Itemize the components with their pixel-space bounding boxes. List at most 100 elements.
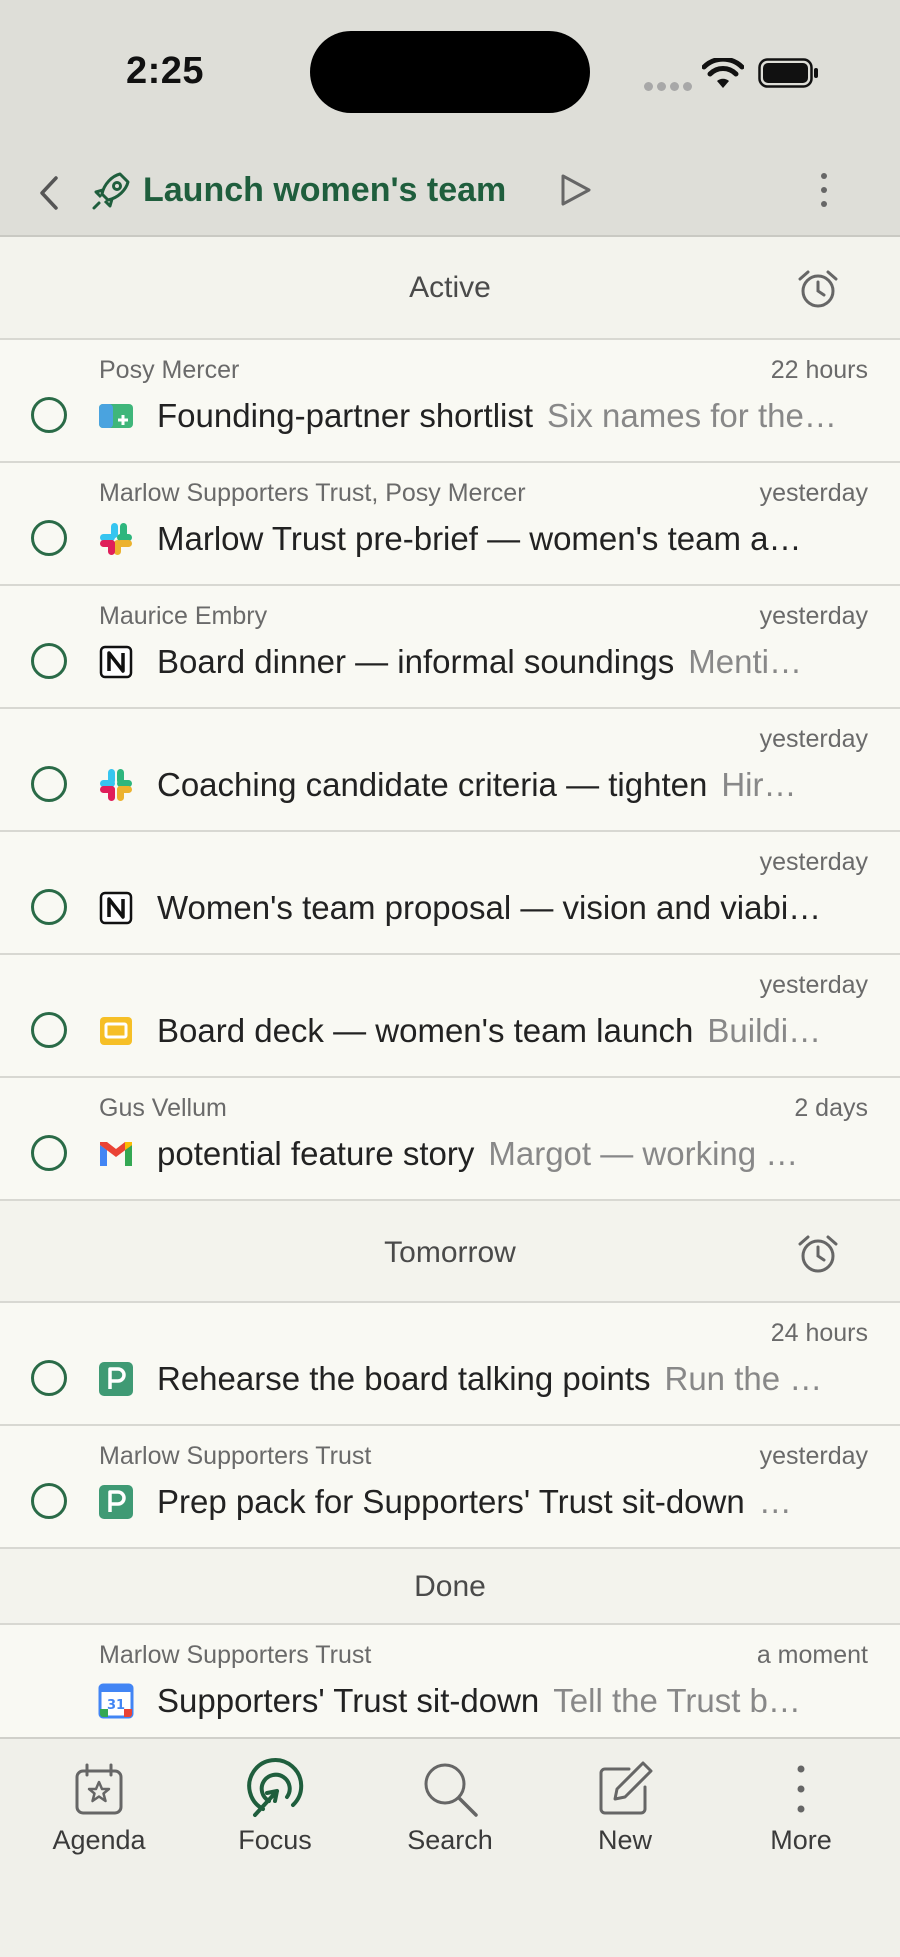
cellular-signal-icon: [644, 78, 696, 96]
p-icon: [99, 1362, 133, 1396]
item-title: potential feature story: [157, 1135, 475, 1172]
item-line: Prep pack for Supporters' Trust sit-down…: [157, 1480, 868, 1524]
complete-checkbox[interactable]: [31, 766, 67, 802]
item-line: Board deck — women's team launch Buildi…: [157, 1009, 868, 1053]
item-title: Board dinner — informal soundings: [157, 643, 675, 680]
complete-checkbox[interactable]: [31, 1012, 67, 1048]
tab-more[interactable]: More: [731, 1757, 871, 1856]
tab-bar: Agenda Focus Search New More: [0, 1737, 900, 1957]
tab-label: More: [770, 1825, 832, 1855]
item-snippet: Menti…: [688, 643, 802, 680]
list-item[interactable]: Posy Mercer 22 hours Founding-partner sh…: [0, 340, 900, 463]
item-time: yesterday: [759, 971, 868, 999]
section-label: Done: [414, 1570, 486, 1603]
section-header-done: Done: [0, 1549, 900, 1625]
alarm-clock-icon[interactable]: [796, 1232, 840, 1276]
item-time: yesterday: [759, 479, 868, 507]
item-line: potential feature story Margot — working …: [157, 1132, 868, 1176]
calendar-icon: 31: [98, 1683, 134, 1719]
list-item[interactable]: yesterday Board deck — women's team laun…: [0, 955, 900, 1078]
item-time: yesterday: [759, 725, 868, 753]
dynamic-island: [310, 31, 590, 113]
item-line: Women's team proposal — vision and viabi…: [157, 886, 868, 930]
list-item[interactable]: Gus Vellum 2 days potential feature stor…: [0, 1078, 900, 1201]
rocket-icon: [92, 172, 130, 210]
status-time: 2:25: [126, 50, 205, 92]
status-bar: 2:25: [0, 0, 900, 150]
tab-new[interactable]: New: [555, 1757, 695, 1856]
p-icon: [99, 1485, 133, 1519]
battery-icon: [758, 58, 818, 88]
slack-icon: [100, 523, 132, 555]
section-label: Active: [409, 271, 491, 304]
wifi-icon: [702, 58, 744, 88]
gmail-icon: [100, 1142, 132, 1166]
item-line: Supporters' Trust sit-down Tell the Trust…: [157, 1679, 868, 1723]
list-item[interactable]: yesterday Women's team proposal — vision…: [0, 832, 900, 955]
tab-label: Search: [407, 1825, 493, 1855]
item-snippet: Six names for the…: [547, 397, 837, 434]
item-line: Marlow Trust pre-brief — women's team a…: [157, 517, 868, 561]
item-snippet: Margot — working …: [488, 1135, 799, 1172]
slides-icon: [100, 1017, 132, 1045]
compose-icon: [599, 1761, 653, 1815]
item-snippet: Hir…: [721, 766, 797, 803]
item-line: Board dinner — informal soundings Menti…: [157, 640, 868, 684]
list-item[interactable]: Marlow Supporters Trust yesterday Prep p…: [0, 1426, 900, 1549]
nav-header: Launch women's team: [0, 150, 900, 237]
calendar-day: 31: [107, 1698, 125, 1713]
item-title: Coaching candidate criteria — tighten: [157, 766, 708, 803]
more-options-icon[interactable]: [806, 168, 842, 212]
item-time: 2 days: [794, 1094, 868, 1122]
item-snippet: …: [758, 1483, 792, 1520]
item-line: Coaching candidate criteria — tighten Hir…: [157, 763, 868, 807]
tab-search[interactable]: Search: [380, 1757, 520, 1856]
item-title: Rehearse the board talking points: [157, 1360, 651, 1397]
agenda-icon: [75, 1763, 123, 1815]
item-line: Rehearse the board talking points Run the…: [157, 1357, 868, 1401]
section-label: Tomorrow: [384, 1236, 516, 1269]
item-people: Posy Mercer: [99, 356, 240, 384]
item-title: Women's team proposal — vision and viabi…: [157, 889, 822, 926]
complete-checkbox[interactable]: [31, 1483, 67, 1519]
page-title: Launch women's team: [143, 171, 507, 209]
complete-checkbox[interactable]: [31, 520, 67, 556]
item-snippet: Tell the Trust b…: [553, 1682, 801, 1719]
more-icon: [797, 1765, 805, 1813]
item-people: Maurice Embry: [99, 602, 268, 630]
item-snippet: Run the …: [664, 1360, 823, 1397]
complete-checkbox[interactable]: [31, 643, 67, 679]
list-item[interactable]: 24 hours Rehearse the board talking poin…: [0, 1303, 900, 1426]
tab-label: Agenda: [52, 1825, 146, 1855]
complete-checkbox[interactable]: [31, 1135, 67, 1171]
item-people: Marlow Supporters Trust: [99, 1641, 372, 1669]
list-item[interactable]: Marlow Supporters Trust a moment 31 Supp…: [0, 1625, 900, 1737]
complete-checkbox[interactable]: [31, 889, 67, 925]
item-time: yesterday: [759, 1442, 868, 1470]
item-people: Marlow Supporters Trust: [99, 1442, 372, 1470]
item-title: Founding-partner shortlist: [157, 397, 534, 434]
complete-checkbox[interactable]: [31, 397, 67, 433]
list-item[interactable]: yesterday Coaching candidate criteria — …: [0, 709, 900, 832]
item-title: Board deck — women's team launch: [157, 1012, 694, 1049]
alarm-clock-icon[interactable]: [796, 267, 840, 311]
item-people: Marlow Supporters Trust, Posy Mercer: [99, 479, 526, 507]
board-icon: [99, 404, 133, 428]
slack-icon: [100, 769, 132, 801]
item-title: Prep pack for Supporters' Trust sit-down: [157, 1483, 745, 1520]
item-title: Supporters' Trust sit-down: [157, 1682, 540, 1719]
item-title: Marlow Trust pre-brief — women's team a…: [157, 520, 802, 557]
tab-focus[interactable]: Focus: [205, 1757, 345, 1856]
tab-agenda[interactable]: Agenda: [29, 1757, 169, 1856]
notion-icon: [99, 891, 133, 925]
play-icon[interactable]: [555, 168, 595, 212]
complete-checkbox[interactable]: [31, 1360, 67, 1396]
tab-label: New: [597, 1825, 652, 1855]
notion-icon: [99, 645, 133, 679]
list-item[interactable]: Maurice Embry yesterday Board dinner — i…: [0, 586, 900, 709]
back-chevron-icon[interactable]: [30, 168, 70, 218]
item-time: 24 hours: [770, 1319, 868, 1347]
list-item[interactable]: Marlow Supporters Trust, Posy Mercer yes…: [0, 463, 900, 586]
section-header-tomorrow: Tomorrow: [0, 1201, 900, 1303]
item-snippet: Buildi…: [707, 1012, 822, 1049]
